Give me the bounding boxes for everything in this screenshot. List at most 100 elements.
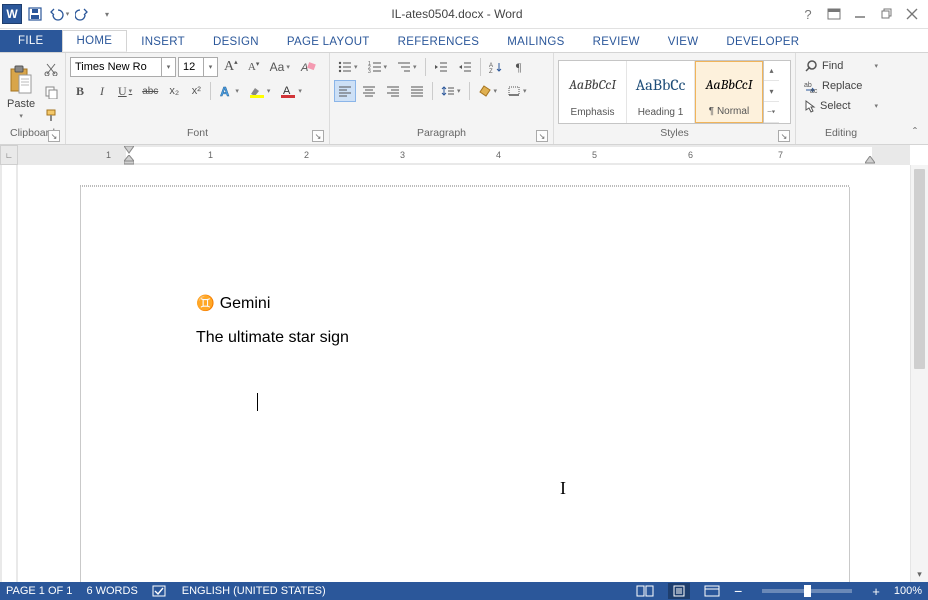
tab-home[interactable]: HOME [62,30,128,52]
bold-button[interactable]: B [70,80,90,102]
multilevel-list-icon[interactable] [393,56,421,78]
scroll-down-icon[interactable]: ▾ [911,566,928,582]
vertical-scrollbar[interactable]: ▴ ▾ [910,165,928,582]
subscript-button[interactable]: x₂ [164,80,184,102]
tab-view[interactable]: VIEW [654,32,713,52]
tab-mailings[interactable]: MAILINGS [493,32,578,52]
paragraph-group-label: Paragraph [417,127,466,139]
zoom-in-button[interactable]: + [872,584,880,599]
tab-design[interactable]: DESIGN [199,32,273,52]
numbering-icon[interactable]: 123 [364,56,392,78]
word-app-icon[interactable]: W [2,4,22,24]
zoom-level[interactable]: 100% [894,585,922,597]
grow-font-icon[interactable]: A▴ [220,56,242,78]
paragraph-dialog-launcher[interactable]: ↘ [536,130,548,142]
tab-insert[interactable]: INSERT [127,32,199,52]
indent-marker-hanging[interactable] [124,155,134,165]
web-layout-icon[interactable] [704,585,720,597]
increase-indent-icon[interactable] [454,56,476,78]
format-painter-icon[interactable] [40,104,62,126]
document-page[interactable]: ♊Gemini The ultimate star sign [80,187,850,582]
collapse-ribbon-icon[interactable]: ˆ [906,124,924,140]
ribbon-display-options-icon[interactable] [822,3,846,25]
strikethrough-button[interactable]: abc [138,80,162,102]
customize-qat-icon[interactable]: ▾ [96,3,118,25]
document-line: ♊Gemini [196,287,759,321]
close-icon[interactable] [900,3,924,25]
status-word-count[interactable]: 6 WORDS [86,585,137,597]
ruler-mark: 6 [688,150,693,160]
replace-label: Replace [822,80,862,92]
align-center-icon[interactable] [358,80,380,102]
redo-icon[interactable] [72,3,94,25]
zoom-slider[interactable] [762,589,852,593]
align-left-icon[interactable] [334,80,356,102]
print-layout-icon[interactable] [668,583,690,599]
styles-more-icon[interactable]: ⎯▾ [764,102,779,123]
status-page[interactable]: PAGE 1 OF 1 [6,585,72,597]
tab-review[interactable]: REVIEW [579,32,654,52]
font-group-label: Font [187,127,208,139]
shrink-font-icon[interactable]: A▾ [244,56,264,78]
read-mode-icon[interactable] [636,585,654,597]
sort-icon[interactable]: AZ [485,56,507,78]
font-color-icon[interactable]: A [276,80,306,102]
copy-icon[interactable] [40,81,62,103]
save-icon[interactable] [24,3,46,25]
document-text: Gemini [220,295,271,312]
help-icon[interactable]: ? [796,3,820,25]
find-button[interactable]: Find▾ [800,56,882,76]
window-title: IL-ates0504.docx - Word [118,7,796,21]
line-spacing-icon[interactable] [437,80,465,102]
styles-gallery[interactable]: AaBbCcI Emphasis AaBbCc Heading 1 AaBbCc… [558,60,791,124]
ruler-mark: 4 [496,150,501,160]
font-size-input[interactable] [178,57,204,77]
justify-icon[interactable] [406,80,428,102]
tab-references[interactable]: REFERENCES [384,32,494,52]
highlight-icon[interactable] [245,80,275,102]
cut-icon[interactable] [40,58,62,80]
vertical-ruler[interactable] [0,165,18,582]
bullets-icon[interactable] [334,56,362,78]
underline-button[interactable]: U [114,80,136,102]
style-heading1[interactable]: AaBbCc Heading 1 [627,61,695,123]
font-name-dropdown[interactable]: ▾ [162,57,176,77]
clipboard-dialog-launcher[interactable]: ↘ [48,130,60,142]
align-right-icon[interactable] [382,80,404,102]
indent-marker-first-line[interactable] [124,146,134,154]
status-language[interactable]: ENGLISH (UNITED STATES) [182,585,326,597]
tab-developer[interactable]: DEVELOPER [712,32,813,52]
font-dialog-launcher[interactable]: ↘ [312,130,324,142]
clear-formatting-icon[interactable]: A [296,56,320,78]
shading-icon[interactable] [474,80,502,102]
font-name-input[interactable] [70,57,162,77]
show-marks-icon[interactable]: ¶ [509,56,529,78]
styles-dialog-launcher[interactable]: ↘ [778,130,790,142]
change-case-icon[interactable]: Aa [266,56,294,78]
styles-row-up-icon[interactable]: ▴ [764,61,779,82]
restore-icon[interactable] [874,3,898,25]
styles-row-down-icon[interactable]: ▾ [764,81,779,102]
select-button[interactable]: Select▾ [800,96,882,116]
style-normal[interactable]: AaBbCcI ¶ Normal [695,61,763,123]
horizontal-ruler[interactable]: 1 1 2 3 4 5 6 7 [18,145,910,165]
indent-marker-right[interactable] [865,156,875,164]
minimize-icon[interactable] [848,3,872,25]
italic-button[interactable]: I [92,80,112,102]
tab-selector[interactable]: ∟ [0,145,18,165]
proofing-icon[interactable] [152,585,168,597]
scroll-thumb[interactable] [914,169,925,369]
undo-icon[interactable]: ▾ [48,3,70,25]
tab-page-layout[interactable]: PAGE LAYOUT [273,32,384,52]
tab-file[interactable]: FILE [0,30,62,52]
zoom-slider-handle[interactable] [804,585,811,597]
decrease-indent-icon[interactable] [430,56,452,78]
superscript-button[interactable]: x² [186,80,206,102]
font-size-dropdown[interactable]: ▾ [204,57,218,77]
style-emphasis[interactable]: AaBbCcI Emphasis [559,61,627,123]
replace-button[interactable]: abacReplace [800,76,882,96]
borders-icon[interactable] [503,80,531,102]
paste-button[interactable]: Paste ▾ [4,56,38,127]
zoom-out-button[interactable]: − [734,583,742,599]
text-effects-icon[interactable]: A [215,80,243,102]
